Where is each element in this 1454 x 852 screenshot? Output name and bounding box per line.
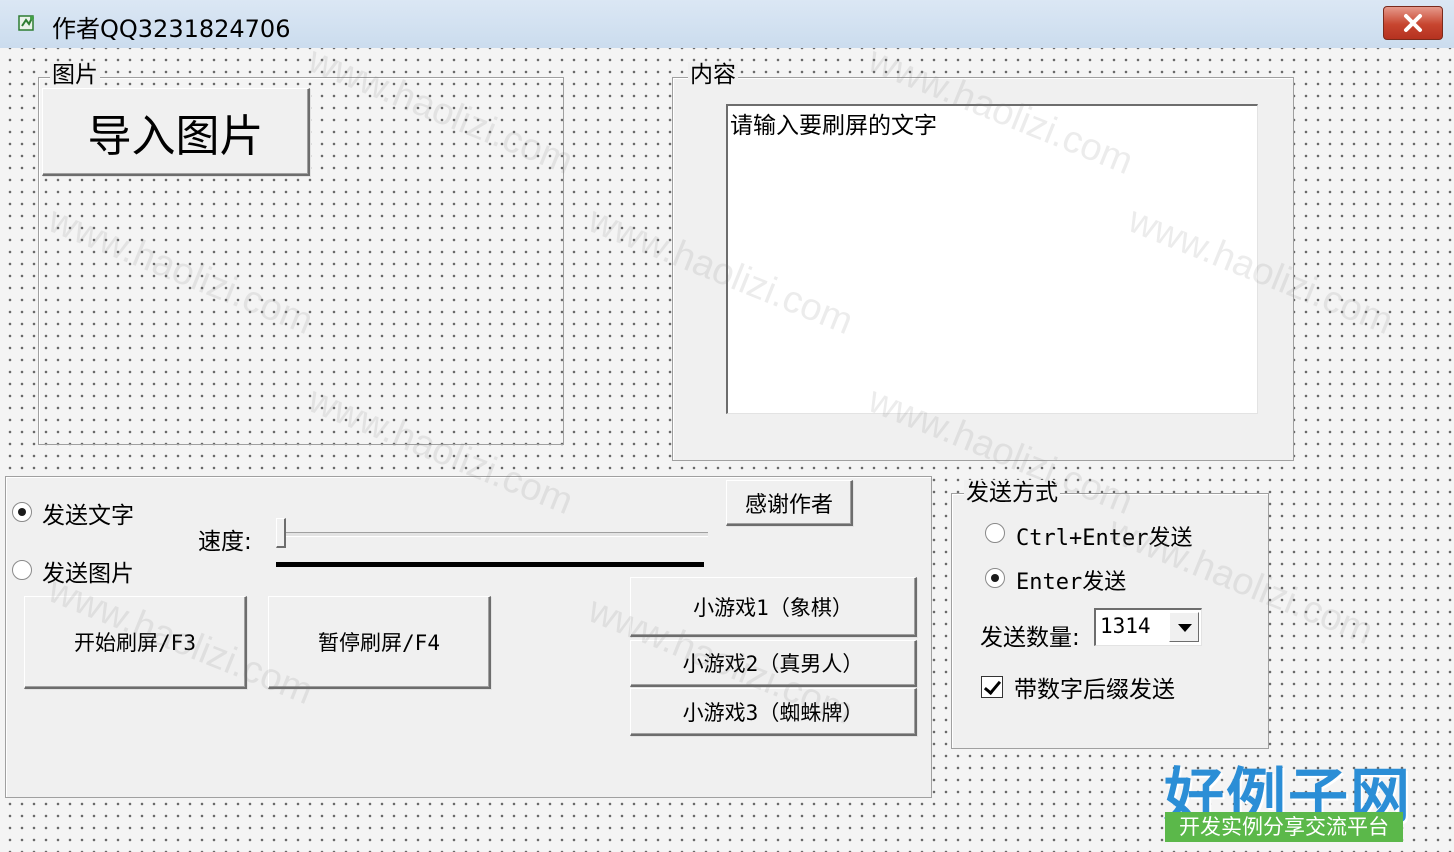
- thank-author-button[interactable]: 感谢作者: [726, 480, 853, 526]
- client-area: 图片 导入图片 内容 请输入要刷屏的文字 发送文字 发送图片 速度: 感谢作者 …: [0, 48, 1454, 852]
- send-method-group-label: 发送方式: [964, 480, 1060, 506]
- send-count-label: 发送数量:: [980, 625, 1080, 651]
- window-title: 作者QQ3231824706: [52, 15, 291, 43]
- game1-button-label: 小游戏1（象棋）: [693, 595, 853, 620]
- game1-button[interactable]: 小游戏1（象棋）: [630, 577, 917, 637]
- close-button[interactable]: [1383, 6, 1443, 40]
- slider-thumb[interactable]: [276, 518, 286, 548]
- game2-button[interactable]: 小游戏2（真男人）: [630, 640, 917, 687]
- send-count-value: 1314: [1100, 614, 1151, 638]
- send-image-radio[interactable]: [12, 560, 32, 580]
- suffix-checkbox[interactable]: [981, 676, 1003, 698]
- speed-label: 速度:: [198, 529, 252, 555]
- pause-button-label: 暂停刷屏/F4: [318, 631, 440, 655]
- ctrl-enter-radio[interactable]: [985, 523, 1005, 543]
- content-group-label: 内容: [688, 62, 738, 88]
- enter-label[interactable]: Enter发送: [1016, 564, 1126, 596]
- send-text-radio[interactable]: [12, 502, 32, 522]
- send-image-label[interactable]: 发送图片: [42, 554, 134, 588]
- send-count-combobox[interactable]: 1314: [1094, 608, 1202, 646]
- slider-track: [282, 532, 708, 537]
- title-bar[interactable]: 作者QQ3231824706: [0, 0, 1454, 49]
- suffix-label[interactable]: 带数字后缀发送: [1014, 670, 1175, 704]
- content-textarea[interactable]: 请输入要刷屏的文字: [726, 104, 1258, 414]
- send-text-label[interactable]: 发送文字: [42, 496, 134, 530]
- enter-radio[interactable]: [985, 568, 1005, 588]
- start-button-label: 开始刷屏/F3: [74, 631, 196, 655]
- speed-slider[interactable]: [276, 514, 712, 572]
- app-icon: [18, 15, 34, 31]
- chevron-down-icon[interactable]: [1169, 612, 1199, 642]
- slider-baseline: [276, 562, 704, 567]
- ctrl-enter-label[interactable]: Ctrl+Enter发送: [1016, 520, 1192, 552]
- close-icon: [1404, 14, 1422, 32]
- start-button[interactable]: 开始刷屏/F3: [24, 596, 247, 689]
- game2-button-label: 小游戏2（真男人）: [682, 652, 864, 676]
- site-logo-tagline: 开发实例分享交流平台: [1165, 812, 1403, 842]
- game3-button[interactable]: 小游戏3（蜘蛛牌）: [630, 688, 917, 736]
- game3-button-label: 小游戏3（蜘蛛牌）: [682, 700, 864, 725]
- pause-button[interactable]: 暂停刷屏/F4: [268, 596, 491, 689]
- import-image-button[interactable]: 导入图片: [42, 88, 310, 176]
- main-window: 作者QQ3231824706 图片 导入图片 内容 请输入要刷屏的文字 发送文字…: [0, 0, 1454, 852]
- picture-group-label: 图片: [50, 62, 100, 88]
